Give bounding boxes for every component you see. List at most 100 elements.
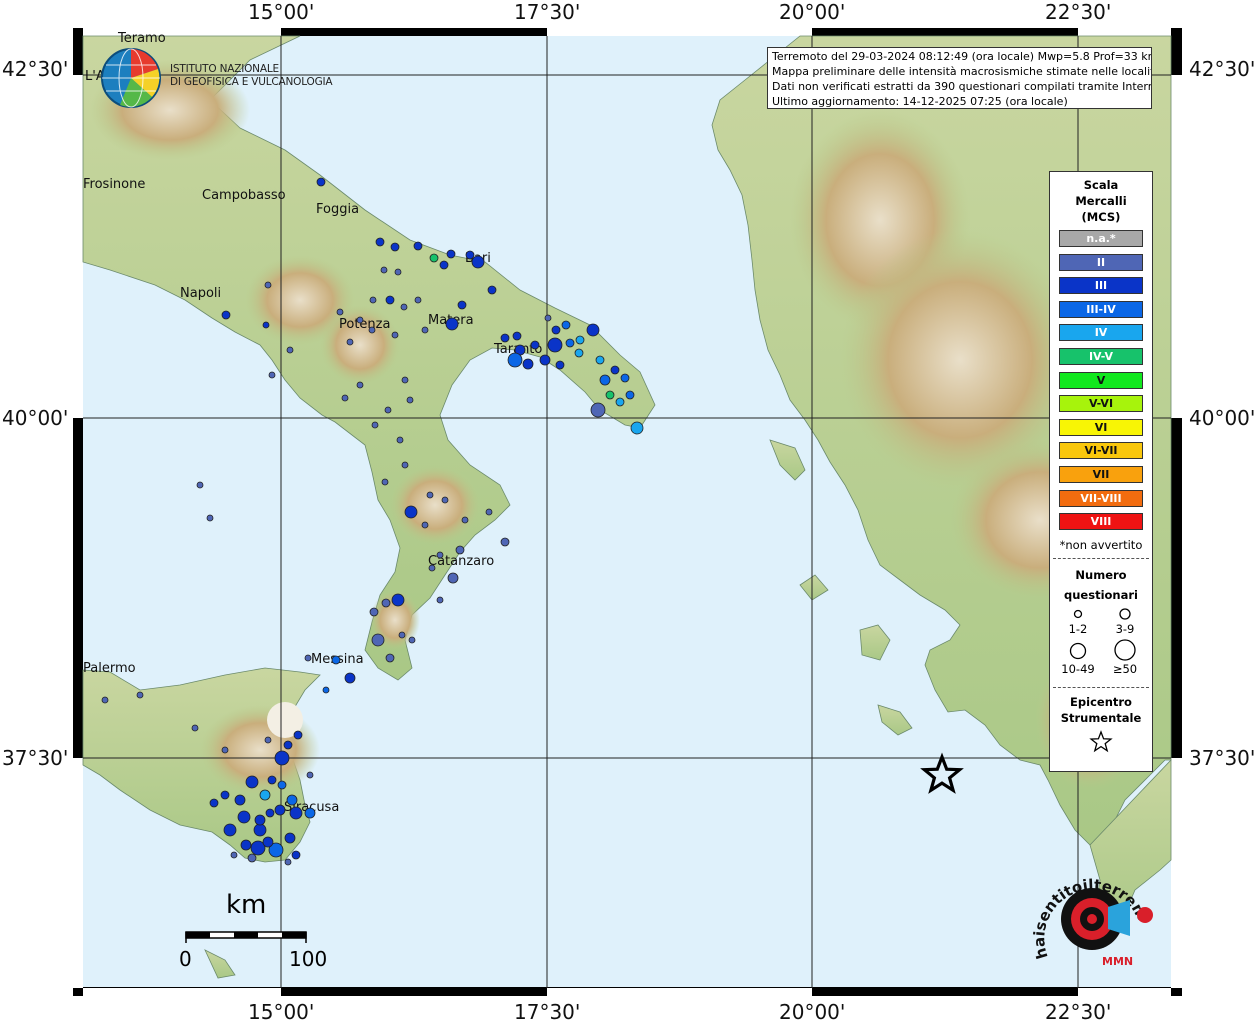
intensity-point[interactable]	[599, 374, 611, 386]
intensity-point[interactable]	[398, 631, 406, 639]
intensity-point[interactable]	[586, 323, 600, 337]
intensity-point[interactable]	[344, 672, 356, 684]
intensity-point[interactable]	[336, 308, 344, 316]
intensity-point[interactable]	[286, 346, 294, 354]
intensity-point[interactable]	[445, 317, 459, 331]
intensity-point[interactable]	[304, 654, 312, 662]
intensity-point[interactable]	[401, 461, 409, 469]
intensity-point[interactable]	[254, 814, 266, 826]
intensity-point[interactable]	[289, 806, 303, 820]
intensity-point[interactable]	[441, 496, 449, 504]
intensity-point[interactable]	[625, 390, 635, 400]
intensity-point[interactable]	[406, 396, 414, 404]
intensity-point[interactable]	[253, 823, 267, 837]
intensity-point[interactable]	[286, 794, 298, 806]
intensity-point[interactable]	[196, 481, 204, 489]
intensity-point[interactable]	[375, 237, 385, 247]
intensity-point[interactable]	[265, 808, 275, 818]
intensity-point[interactable]	[384, 406, 392, 414]
intensity-point[interactable]	[551, 325, 561, 335]
intensity-point[interactable]	[247, 853, 257, 863]
intensity-point[interactable]	[446, 249, 456, 259]
intensity-point[interactable]	[262, 836, 274, 848]
intensity-point[interactable]	[401, 376, 409, 384]
intensity-point[interactable]	[391, 593, 405, 607]
intensity-point[interactable]	[555, 360, 565, 370]
intensity-point[interactable]	[530, 340, 540, 350]
intensity-point[interactable]	[561, 320, 571, 330]
intensity-point[interactable]	[421, 326, 429, 334]
intensity-point[interactable]	[414, 296, 422, 304]
intensity-point[interactable]	[356, 381, 364, 389]
intensity-point[interactable]	[485, 508, 493, 516]
intensity-point[interactable]	[240, 839, 252, 851]
intensity-point[interactable]	[264, 281, 272, 289]
intensity-point[interactable]	[136, 691, 144, 699]
intensity-point[interactable]	[595, 355, 605, 365]
intensity-point[interactable]	[371, 421, 379, 429]
intensity-point[interactable]	[615, 397, 625, 407]
intensity-point[interactable]	[341, 394, 349, 402]
intensity-point[interactable]	[439, 260, 449, 270]
intensity-point[interactable]	[385, 295, 395, 305]
intensity-point[interactable]	[283, 740, 293, 750]
intensity-point[interactable]	[457, 300, 467, 310]
intensity-point[interactable]	[539, 354, 551, 366]
intensity-point[interactable]	[259, 789, 271, 801]
intensity-point[interactable]	[264, 736, 272, 744]
intensity-point[interactable]	[322, 686, 330, 694]
intensity-point[interactable]	[371, 633, 385, 647]
intensity-point[interactable]	[356, 316, 364, 324]
intensity-point[interactable]	[220, 790, 230, 800]
intensity-point[interactable]	[428, 564, 436, 572]
intensity-point[interactable]	[221, 746, 229, 754]
intensity-point[interactable]	[230, 851, 238, 859]
intensity-point[interactable]	[245, 775, 259, 789]
intensity-point[interactable]	[368, 326, 376, 334]
intensity-point[interactable]	[500, 537, 510, 547]
intensity-point[interactable]	[206, 514, 214, 522]
intensity-point[interactable]	[268, 371, 276, 379]
intensity-point[interactable]	[274, 750, 290, 766]
intensity-point[interactable]	[396, 436, 404, 444]
intensity-point[interactable]	[394, 268, 402, 276]
intensity-point[interactable]	[620, 373, 630, 383]
intensity-point[interactable]	[421, 521, 429, 529]
intensity-point[interactable]	[209, 798, 219, 808]
intensity-point[interactable]	[461, 516, 469, 524]
intensity-point[interactable]	[390, 242, 400, 252]
intensity-point[interactable]	[237, 810, 251, 824]
intensity-point[interactable]	[262, 321, 270, 329]
intensity-point[interactable]	[465, 250, 475, 260]
intensity-point[interactable]	[413, 241, 423, 251]
intensity-point[interactable]	[291, 850, 301, 860]
intensity-point[interactable]	[590, 402, 606, 418]
intensity-point[interactable]	[293, 730, 303, 740]
intensity-point[interactable]	[381, 478, 389, 486]
intensity-point[interactable]	[408, 636, 416, 644]
intensity-point[interactable]	[346, 338, 354, 346]
intensity-point[interactable]	[547, 337, 563, 353]
intensity-point[interactable]	[304, 807, 316, 819]
intensity-point[interactable]	[221, 310, 231, 320]
intensity-point[interactable]	[447, 572, 459, 584]
intensity-point[interactable]	[284, 832, 296, 844]
intensity-point[interactable]	[306, 771, 314, 779]
intensity-point[interactable]	[223, 823, 237, 837]
intensity-point[interactable]	[436, 551, 444, 559]
intensity-point[interactable]	[429, 253, 439, 263]
intensity-point[interactable]	[277, 780, 287, 790]
intensity-point[interactable]	[500, 333, 510, 343]
intensity-point[interactable]	[507, 352, 523, 368]
intensity-point[interactable]	[512, 331, 522, 341]
intensity-point[interactable]	[487, 285, 497, 295]
intensity-point[interactable]	[284, 858, 292, 866]
intensity-point[interactable]	[191, 724, 199, 732]
intensity-point[interactable]	[385, 653, 395, 663]
intensity-point[interactable]	[380, 266, 388, 274]
intensity-point[interactable]	[274, 804, 286, 816]
intensity-point[interactable]	[400, 303, 408, 311]
intensity-point[interactable]	[426, 491, 434, 499]
intensity-point[interactable]	[544, 314, 552, 322]
intensity-point[interactable]	[575, 335, 585, 345]
